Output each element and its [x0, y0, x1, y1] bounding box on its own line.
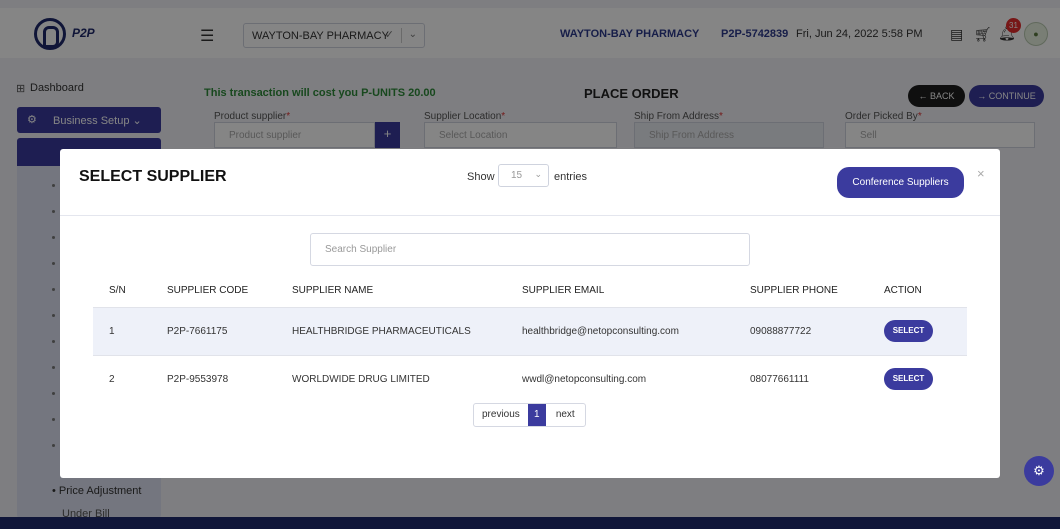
cell-phone: 08077661111 [750, 374, 809, 385]
cell-name: WORLDWIDE DRUG LIMITED [292, 374, 430, 385]
cell-email: wwdl@netopconsulting.com [522, 374, 647, 385]
entries-select[interactable]: 15 ⌄ [498, 164, 549, 187]
cell-code: P2P-7661175 [167, 326, 228, 337]
conference-suppliers-button[interactable]: Conference Suppliers [837, 167, 964, 198]
cell-phone: 09088877722 [750, 326, 812, 337]
show-label: Show [467, 171, 495, 183]
column-header-phone: SUPPLIER PHONE [750, 285, 838, 296]
cell-code: P2P-9553978 [167, 374, 229, 385]
previous-page-button[interactable]: previous [474, 404, 528, 426]
cell-email: healthbridge@netopconsulting.com [522, 326, 679, 337]
column-header-action: ACTION [884, 285, 922, 296]
cell-sn: 1 [109, 326, 115, 337]
search-supplier-input[interactable] [310, 233, 750, 266]
gear-icon[interactable]: ⚙ [1024, 456, 1054, 486]
chevron-down-icon: ⌄ [534, 169, 542, 179]
select-supplier-button[interactable]: SELECT [884, 320, 933, 342]
column-header-code: SUPPLIER CODE [167, 285, 249, 296]
column-header-email: SUPPLIER EMAIL [522, 285, 605, 296]
cell-sn: 2 [109, 374, 115, 385]
page-1-button[interactable]: 1 [527, 404, 546, 426]
entries-value: 15 [511, 170, 523, 181]
column-header-sn: S/N [109, 285, 126, 296]
select-supplier-modal: SELECT SUPPLIER Show 15 ⌄ entries Confer… [60, 149, 1000, 478]
select-supplier-button[interactable]: SELECT [884, 368, 933, 390]
column-header-name: SUPPLIER NAME [292, 285, 374, 296]
close-icon[interactable]: × [977, 166, 985, 181]
modal-divider [60, 215, 1000, 216]
pagination: previous 1 next [473, 403, 586, 427]
modal-title: SELECT SUPPLIER [79, 168, 227, 185]
table-row: 1 P2P-7661175 HEALTHBRIDGE PHARMACEUTICA… [93, 308, 967, 355]
cell-name: HEALTHBRIDGE PHARMACEUTICALS [292, 326, 471, 337]
entries-label: entries [554, 171, 588, 183]
table-row: 2 P2P-9553978 WORLDWIDE DRUG LIMITED wwd… [93, 356, 967, 403]
next-page-button[interactable]: next [546, 404, 585, 426]
